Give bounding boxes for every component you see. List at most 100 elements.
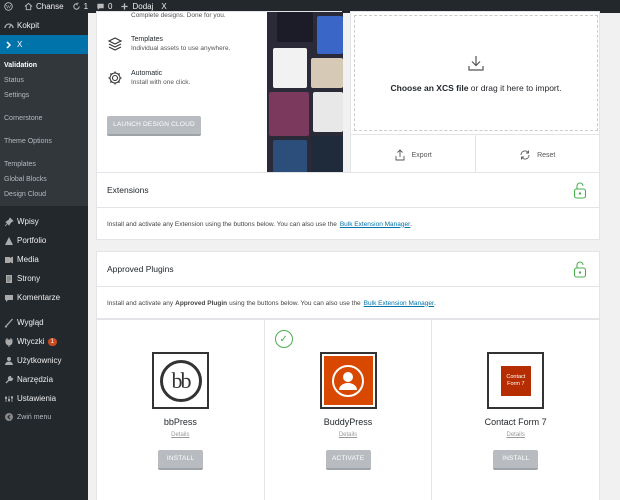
activate-button[interactable]: ACTIVATE <box>325 450 371 470</box>
contact-form-7-logo-mark: Contact Form 7 <box>500 365 531 396</box>
preview-tile <box>311 58 343 88</box>
sidebar-item-label: Komentarze <box>17 293 61 302</box>
install-button[interactable]: INSTALL <box>158 450 203 470</box>
feature-automatic: Automatic Install with one click. <box>107 70 190 86</box>
submenu-design-cloud[interactable]: Design Cloud <box>0 187 88 202</box>
approved-desc-bold: Approved Plugin <box>175 299 228 307</box>
submenu-cornerstone[interactable]: Cornerstone <box>0 111 88 126</box>
plugin-card-bbpress: bb bbPress Details INSTALL <box>97 320 265 500</box>
collapse-menu-button[interactable]: Zwiń menu <box>0 408 88 426</box>
pin-icon <box>4 216 14 227</box>
drop-prompt: Choose an XCS file or drag it here to im… <box>390 83 561 93</box>
submenu-global-blocks[interactable]: Global Blocks <box>0 172 88 187</box>
submenu-divider <box>0 149 88 157</box>
sidebar-item-strony[interactable]: Strony <box>0 269 88 288</box>
design-cloud-preview-image <box>267 12 343 175</box>
submenu-theme-options[interactable]: Theme Options <box>0 134 88 149</box>
choose-xcs-file-link[interactable]: Choose an XCS file <box>390 83 468 93</box>
submenu-settings[interactable]: Settings <box>0 88 88 103</box>
sidebar-item-x[interactable]: X <box>0 35 88 54</box>
site-name-link[interactable]: Chanse <box>20 0 68 13</box>
home-icon <box>24 2 33 11</box>
site-name: Chanse <box>36 2 64 11</box>
settings-icon <box>4 394 14 404</box>
feature-desc: Install with one click. <box>131 79 191 86</box>
reset-label: Reset <box>537 151 556 159</box>
approved-plugins-title: Approved Plugins <box>107 264 174 274</box>
feature-templates: Templates Individual assets to use anywh… <box>107 36 230 52</box>
sidebar-item-wyglad[interactable]: Wygląd <box>0 313 88 332</box>
reset-button[interactable]: Reset <box>474 135 600 175</box>
submenu-divider <box>0 103 88 111</box>
plugin-details-link[interactable]: Details <box>265 432 432 438</box>
x-label: X <box>161 2 167 11</box>
pages-icon <box>4 274 14 284</box>
sidebar-item-uzytkownicy[interactable]: Użytkownicy <box>0 351 88 370</box>
submenu-divider <box>0 126 88 134</box>
preview-tile <box>273 48 307 88</box>
install-button[interactable]: INSTALL <box>493 450 539 470</box>
sidebar-item-wtyczki[interactable]: Wtyczki 1 <box>0 332 88 351</box>
sidebar-item-label: Narzędzia <box>17 375 54 384</box>
sidebar-item-wpisy[interactable]: Wpisy <box>0 212 88 231</box>
admin-sidebar: Kokpit X Validation Status Settings Corn… <box>0 13 88 500</box>
new-label: Dodaj <box>132 2 154 11</box>
comments-icon <box>4 293 14 303</box>
buddypress-logo <box>319 352 377 409</box>
xcs-drop-zone[interactable]: Choose an XCS file or drag it here to im… <box>354 15 598 131</box>
plugin-updates-badge: 1 <box>47 337 57 346</box>
plugin-cards: bb bbPress Details INSTALL ✓ BuddyPress … <box>96 319 600 500</box>
export-button[interactable]: Export <box>351 135 475 175</box>
sidebar-item-portfolio[interactable]: Portfolio <box>0 231 88 250</box>
sidebar-item-label: Ustawienia <box>17 394 57 403</box>
installed-check-icon: ✓ <box>274 330 293 348</box>
submenu-validation[interactable]: Validation <box>0 58 88 73</box>
bulk-extension-manager-link[interactable]: Bulk Extension Manager <box>364 300 434 307</box>
buddypress-logo-mark <box>323 356 373 405</box>
main-content: Complete designs. Done for you. Template… <box>88 11 620 500</box>
extensions-desc-end: . <box>410 220 413 228</box>
extensions-desc-text: Install and activate any Extension using… <box>107 220 337 228</box>
plugin-details-link[interactable]: Details <box>432 432 599 438</box>
x-icon <box>4 40 14 50</box>
submenu-templates[interactable]: Templates <box>0 157 88 172</box>
bulk-extension-manager-link[interactable]: Bulk Extension Manager <box>340 221 410 228</box>
sidebar-item-label: Wpisy <box>17 217 39 226</box>
preview-tile <box>317 16 343 54</box>
updates-count: 1 <box>83 2 89 11</box>
x-submenu: Validation Status Settings Cornerstone T… <box>0 54 88 206</box>
sidebar-item-label: Portfolio <box>17 236 47 245</box>
sidebar-item-kokpit[interactable]: Kokpit <box>0 16 88 35</box>
preview-tile <box>277 12 313 42</box>
portfolio-icon <box>4 236 14 246</box>
extensions-description: Install and activate any Extension using… <box>97 208 599 240</box>
extensions-section: Extensions Install and activate any Exte… <box>96 172 600 240</box>
comment-icon <box>97 3 104 10</box>
sidebar-item-narzedzia[interactable]: Narzędzia <box>0 370 88 389</box>
wordpress-logo-menu[interactable]: W <box>0 0 20 13</box>
submenu-status[interactable]: Status <box>0 73 88 88</box>
sidebar-item-label: Wtyczki <box>17 337 45 346</box>
plus-icon <box>121 3 129 10</box>
launch-design-cloud-button[interactable]: LAUNCH DESIGN CLOUD <box>107 116 201 136</box>
extensions-title: Extensions <box>107 185 149 195</box>
collapse-icon <box>4 412 14 422</box>
bbpress-logo: bb <box>152 352 209 409</box>
sidebar-item-label: Wygląd <box>17 318 44 327</box>
plugin-card-buddypress: ✓ BuddyPress Details ACTIVATE <box>265 320 433 500</box>
approved-desc-text: Install and activate any <box>107 299 174 307</box>
updates-link[interactable]: 1 <box>68 0 92 13</box>
plugin-name: bbPress <box>163 417 197 427</box>
plugin-card-contact-form-7: Contact Form 7 Contact Form 7 Details IN… <box>432 320 599 500</box>
sidebar-item-label: Użytkownicy <box>17 356 62 365</box>
tools-icon <box>4 375 14 385</box>
contact-form-7-logo: Contact Form 7 <box>487 352 545 409</box>
dashboard-icon <box>4 21 14 31</box>
approved-plugins-description: Install and activate any Approved Plugin… <box>97 287 599 319</box>
design-cloud-panel: Complete designs. Done for you. Template… <box>96 11 343 175</box>
sidebar-item-komentarze[interactable]: Komentarze <box>0 288 88 307</box>
preview-tile <box>313 92 343 132</box>
sidebar-item-ustawienia[interactable]: Ustawienia <box>0 389 88 408</box>
sidebar-item-media[interactable]: Media <box>0 250 88 269</box>
plugin-details-link[interactable]: Details <box>97 432 264 438</box>
